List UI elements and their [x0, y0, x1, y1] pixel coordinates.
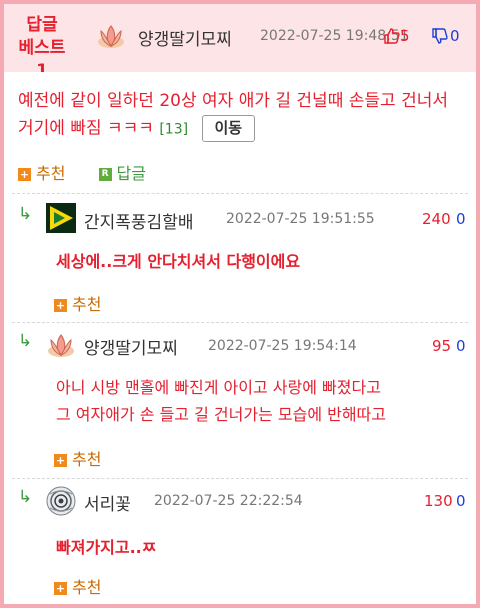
comment-text-line: 그 여자애가 손 들고 길 건너가는 모습에 반해따고 — [56, 405, 387, 424]
peach-flower-icon[interactable] — [46, 331, 76, 361]
comment-date: 2022-07-25 22:22:54 — [154, 493, 303, 509]
best-comment-body: 예전에 같이 일하던 20상 여자 애가 길 건널때 손들고 건너서 거기에 빠… — [4, 72, 476, 196]
comment-nick[interactable]: 양갱딸기모찌 — [84, 334, 178, 359]
reply-arrow-icon: ↳ — [18, 331, 33, 351]
best-comment-text: 예전에 같이 일하던 20상 여자 애가 길 건널때 손들고 건너서 거기에 빠… — [18, 88, 464, 144]
recommend-label: 추천 — [72, 578, 102, 597]
best-downvote-count: 0 — [450, 27, 460, 45]
comment-text: 빠져가지고..ㅉ — [56, 538, 157, 557]
plus-icon: + — [54, 454, 67, 467]
divider — [12, 322, 468, 323]
reply-arrow-icon: ↳ — [18, 487, 33, 507]
upvote-count: 130 — [424, 492, 453, 510]
downvote-count: 0 — [456, 337, 466, 355]
recommend-label: 추천 — [72, 295, 102, 314]
best-comment-nick[interactable]: 양갱딸기모찌 — [138, 25, 232, 50]
reply-label: 답글 — [116, 164, 146, 183]
recommend-label: 추천 — [72, 450, 102, 469]
upvote-count: 240 — [422, 210, 451, 228]
reply-r-icon: R — [98, 168, 112, 181]
recommend-button[interactable]: + 추천 — [54, 446, 101, 470]
plus-icon: + — [18, 168, 31, 181]
plus-icon: + — [54, 299, 67, 312]
best-actions: + 추천 R 답글 — [18, 160, 146, 184]
comment-text: 세상에..크게 안다치셔서 다행이에요 — [56, 252, 301, 271]
comment-date: 2022-07-25 19:51:55 — [226, 211, 375, 227]
comment-text-line: 아니 시방 맨홀에 빠진게 아이고 사랑에 빠졌다고 — [56, 378, 381, 397]
plus-icon: + — [54, 582, 67, 595]
recommend-button[interactable]: + 추천 — [18, 164, 65, 183]
thumbs-down-icon[interactable] — [432, 28, 448, 44]
divider — [12, 193, 468, 194]
comment-text: 아니 시방 맨홀에 빠진게 아이고 사랑에 빠졌다고 그 여자애가 손 들고 길… — [56, 374, 468, 428]
recommend-label: 추천 — [36, 164, 66, 183]
recommend-button[interactable]: + 추천 — [54, 291, 101, 315]
recommend-button[interactable]: + 추천 — [54, 574, 101, 598]
thumbs-up-icon[interactable] — [384, 28, 400, 44]
comment-panel: 답글 베스트1 양갱딸기모찌 2022-07-25 19:48:51 5 0 예… — [0, 0, 480, 608]
downvote-count: 0 — [456, 210, 466, 228]
comment-date: 2022-07-25 19:54:14 — [208, 338, 357, 354]
reply-button[interactable]: R 답글 — [98, 164, 146, 183]
reply-arrow-icon: ↳ — [18, 204, 33, 224]
best-comment-header: 답글 베스트1 양갱딸기모찌 2022-07-25 19:48:51 5 0 — [4, 4, 476, 81]
frost-flower-icon[interactable] — [46, 486, 76, 516]
divider — [12, 478, 468, 479]
reply-count: [13] — [159, 121, 189, 138]
best-upvote-count: 5 — [400, 27, 410, 45]
comment-nick[interactable]: 간지폭풍김할배 — [84, 208, 193, 233]
move-button[interactable]: 이동 — [201, 115, 256, 142]
upvote-count: 95 — [432, 337, 452, 355]
downvote-count: 0 — [456, 492, 466, 510]
green-triangle-icon[interactable] — [46, 203, 76, 233]
comment-nick[interactable]: 서리꽃 — [84, 490, 131, 515]
peach-flower-icon[interactable] — [96, 22, 126, 52]
best-badge-line1: 답글 — [26, 15, 58, 35]
